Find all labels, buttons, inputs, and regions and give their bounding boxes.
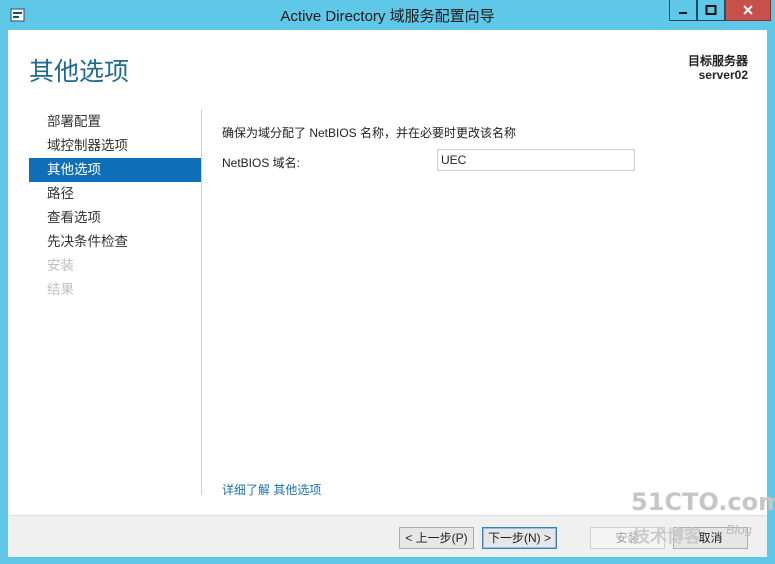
nav-item-paths[interactable]: 路径 <box>29 182 201 206</box>
wizard-nav: 部署配置 域控制器选项 其他选项 路径 查看选项 先决条件检查 安装 结果 <box>29 110 201 302</box>
nav-item-dc-options[interactable]: 域控制器选项 <box>29 134 201 158</box>
section-description: 确保为域分配了 NetBIOS 名称，并在必要时更改该名称 <box>222 126 517 140</box>
wizard-content: 其他选项 目标服务器 server02 部署配置 域控制器选项 其他选项 路径 … <box>8 30 767 557</box>
nav-item-install: 安装 <box>47 258 74 273</box>
nav-item-review[interactable]: 查看选项 <box>29 206 201 230</box>
wizard-footer: < 上一步(P) 下一步(N) > 安装 取消 <box>8 515 767 557</box>
netbios-label: NetBIOS 域名: <box>222 156 301 170</box>
maximize-button[interactable] <box>697 0 725 21</box>
minimize-icon <box>679 12 687 14</box>
close-button[interactable] <box>725 0 771 21</box>
nav-item-deployment[interactable]: 部署配置 <box>29 110 201 134</box>
close-icon <box>743 5 753 15</box>
maximize-icon <box>705 5 717 15</box>
wizard-window: Active Directory 域服务配置向导 其他选项 目标服务器 serv… <box>0 0 775 564</box>
nav-item-additional-options[interactable]: 其他选项 <box>29 158 201 182</box>
next-button[interactable]: 下一步(N) > <box>482 527 557 549</box>
nav-divider <box>201 110 202 495</box>
install-button: 安装 <box>590 527 665 549</box>
learn-more-link[interactable]: 详细了解 其他选项 <box>222 481 321 498</box>
target-server-name: server02 <box>698 68 748 82</box>
nav-item-prereq-check[interactable]: 先决条件检查 <box>29 230 201 254</box>
window-title: Active Directory 域服务配置向导 <box>280 8 495 25</box>
cancel-button[interactable]: 取消 <box>673 527 748 549</box>
previous-button[interactable]: < 上一步(P) <box>399 527 474 549</box>
page-title: 其他选项 <box>29 58 130 86</box>
title-bar[interactable]: Active Directory 域服务配置向导 <box>0 0 775 30</box>
netbios-name-field[interactable]: UEC <box>437 149 635 171</box>
target-server-label: 目标服务器 <box>687 54 748 68</box>
nav-item-results: 结果 <box>47 282 74 297</box>
minimize-button[interactable] <box>669 0 697 21</box>
